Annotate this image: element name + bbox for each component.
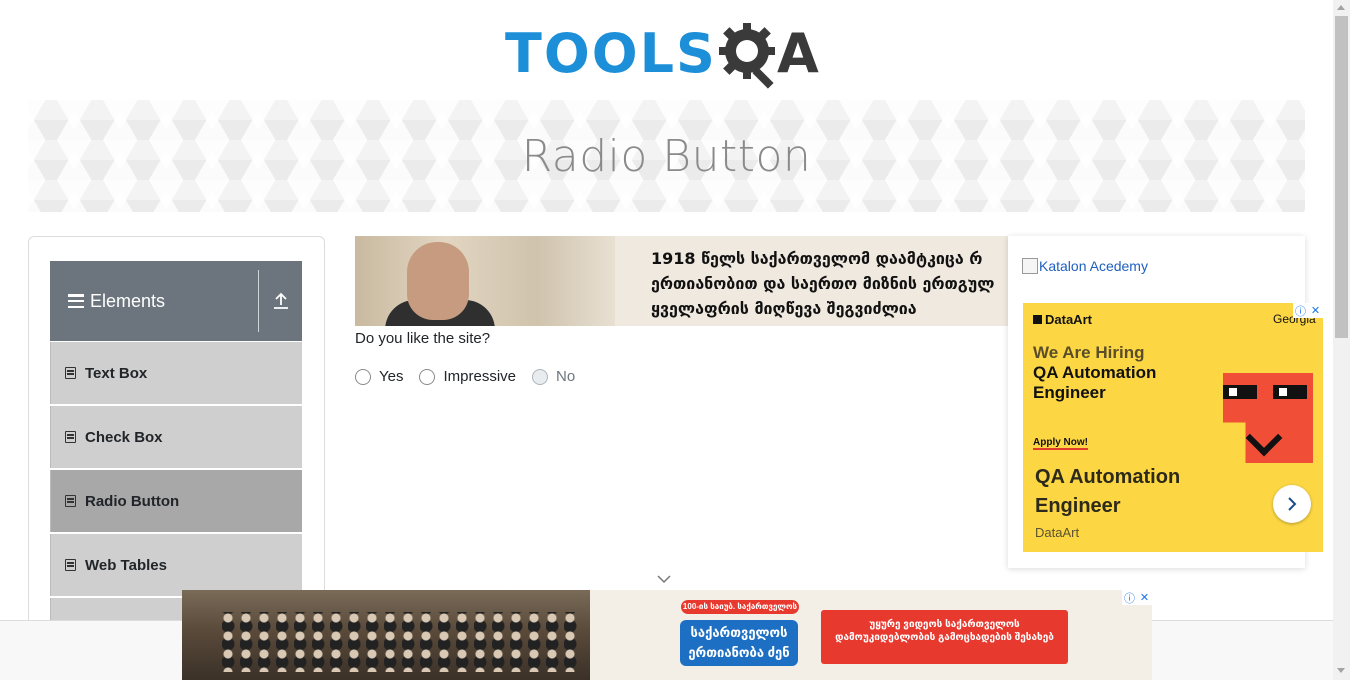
chevron-right-icon — [1288, 497, 1297, 511]
ad-info-icon[interactable]: ⓘ — [1122, 590, 1137, 605]
badge-main: საქართველოს ერთიანობა ძენ — [680, 620, 798, 666]
ad-brand: DataArt — [1033, 312, 1092, 327]
scroll-down-icon[interactable] — [1337, 668, 1345, 673]
right-advertisement: Katalon Acedemy DataArt Georgia ⓘ ✕ We A… — [1008, 236, 1323, 568]
ad-top-line: 1918 წელს საქართველომ დაამტკიცა რ — [651, 249, 983, 268]
ad-brand-label: DataArt — [1045, 312, 1092, 327]
hamburger-icon — [68, 294, 84, 308]
radio-no: No — [532, 368, 575, 385]
bottom-advertisement[interactable]: 100-ის საიუბ. საქართველოს საქართველოს ერ… — [182, 590, 1152, 680]
logo-suffix: A — [776, 22, 819, 85]
ad-eyes-graphic — [1223, 385, 1313, 401]
radio-yes[interactable]: Yes — [355, 368, 403, 385]
radio-circle[interactable] — [355, 368, 371, 385]
document-icon — [65, 367, 76, 379]
ad-source: DataArt — [1035, 525, 1080, 540]
group-title: Elements — [50, 291, 258, 312]
ad-portrait-image — [355, 236, 615, 326]
ad-close-icon[interactable]: ✕ — [1137, 590, 1152, 605]
ad-top-line: ერთიანობით და საერთო მიზნის ერთგულ — [651, 274, 995, 293]
page-scrollbar[interactable] — [1333, 0, 1350, 680]
sidebar-item-label: Radio Button — [85, 492, 180, 510]
ad-badge: 100-ის საიუბ. საქართველოს საქართველოს ერ… — [680, 600, 800, 668]
radio-group: Yes Impressive No — [355, 368, 591, 385]
ad-top-line: ყველაფრის მიღწევა შეგვიძლია — [651, 299, 917, 318]
ad-hiring: We Are Hiring — [1033, 343, 1145, 362]
document-icon — [65, 559, 76, 571]
ad-apply[interactable]: Apply Now! — [1033, 437, 1088, 450]
sidebar-item-label: Web Tables — [85, 556, 167, 574]
ad-top-text: 1918 წელს საქართველომ დაამტკიცა რ ერთიან… — [615, 236, 1008, 326]
dataart-logo-icon — [1033, 315, 1042, 324]
radio-label[interactable]: Impressive — [443, 368, 516, 385]
ad-cta-button[interactable]: უყურე ვიდეოს საქართველოს დამოუკიდებლობის… — [821, 610, 1068, 664]
chevron-down-icon[interactable] — [657, 574, 671, 584]
ad-next-button[interactable] — [1273, 485, 1311, 523]
katalon-alt-text[interactable]: Katalon Acedemy — [1039, 258, 1148, 274]
dataart-ad-card[interactable]: DataArt Georgia ⓘ ✕ We Are Hiring QA Aut… — [1023, 303, 1323, 552]
page-title: Radio Button — [521, 130, 812, 182]
elements-group-header[interactable]: Elements — [50, 261, 302, 341]
ad-controls: ⓘ ✕ — [1293, 303, 1323, 318]
sidebar-item-check-box[interactable]: Check Box — [50, 406, 302, 468]
upload-arrow-icon — [273, 292, 288, 309]
radio-circle — [532, 368, 549, 385]
radio-label[interactable]: Yes — [379, 368, 403, 385]
sidebar-item-radio-button[interactable]: Radio Button — [50, 470, 302, 532]
group-title-label: Elements — [90, 290, 166, 311]
radio-circle[interactable] — [419, 368, 436, 385]
sidebar-item-label: Text Box — [85, 364, 148, 382]
radio-label: No — [556, 368, 576, 385]
sidebar-item-text-box[interactable]: Text Box — [50, 342, 302, 404]
question-text: Do you like the site? — [355, 330, 491, 347]
document-icon — [65, 431, 76, 443]
top-advertisement[interactable]: 1918 წელს საქართველომ დაამტკიცა რ ერთიან… — [355, 236, 1008, 326]
sidebar-item-web-tables[interactable]: Web Tables — [50, 534, 302, 596]
collapse-toggle[interactable] — [259, 261, 302, 341]
scroll-thumb[interactable] — [1335, 16, 1348, 338]
site-logo[interactable]: TOOLS A — [505, 14, 835, 94]
title-banner: Radio Button — [28, 100, 1305, 212]
broken-image-icon — [1022, 258, 1038, 274]
ad-headline[interactable]: QA Automation Engineer — [1035, 463, 1235, 521]
logo-text: TOOLS — [505, 22, 717, 85]
ad-controls: ⓘ ✕ — [1122, 590, 1152, 605]
gear-magnifier-icon — [718, 23, 775, 89]
ad-crowd-image — [182, 590, 590, 680]
ad-close-icon[interactable]: ✕ — [1308, 303, 1323, 318]
scroll-up-icon[interactable] — [1337, 5, 1345, 10]
badge-top: 100-ის საიუბ. საქართველოს — [681, 600, 799, 614]
radio-impressive[interactable]: Impressive — [419, 368, 516, 385]
ad-info-icon[interactable]: ⓘ — [1293, 303, 1308, 318]
katalon-ad-link[interactable]: Katalon Acedemy — [1022, 258, 1148, 274]
document-icon — [65, 495, 76, 507]
ad-role: QA Automation Engineer — [1033, 363, 1157, 402]
sidebar-item-label: Check Box — [85, 428, 163, 446]
